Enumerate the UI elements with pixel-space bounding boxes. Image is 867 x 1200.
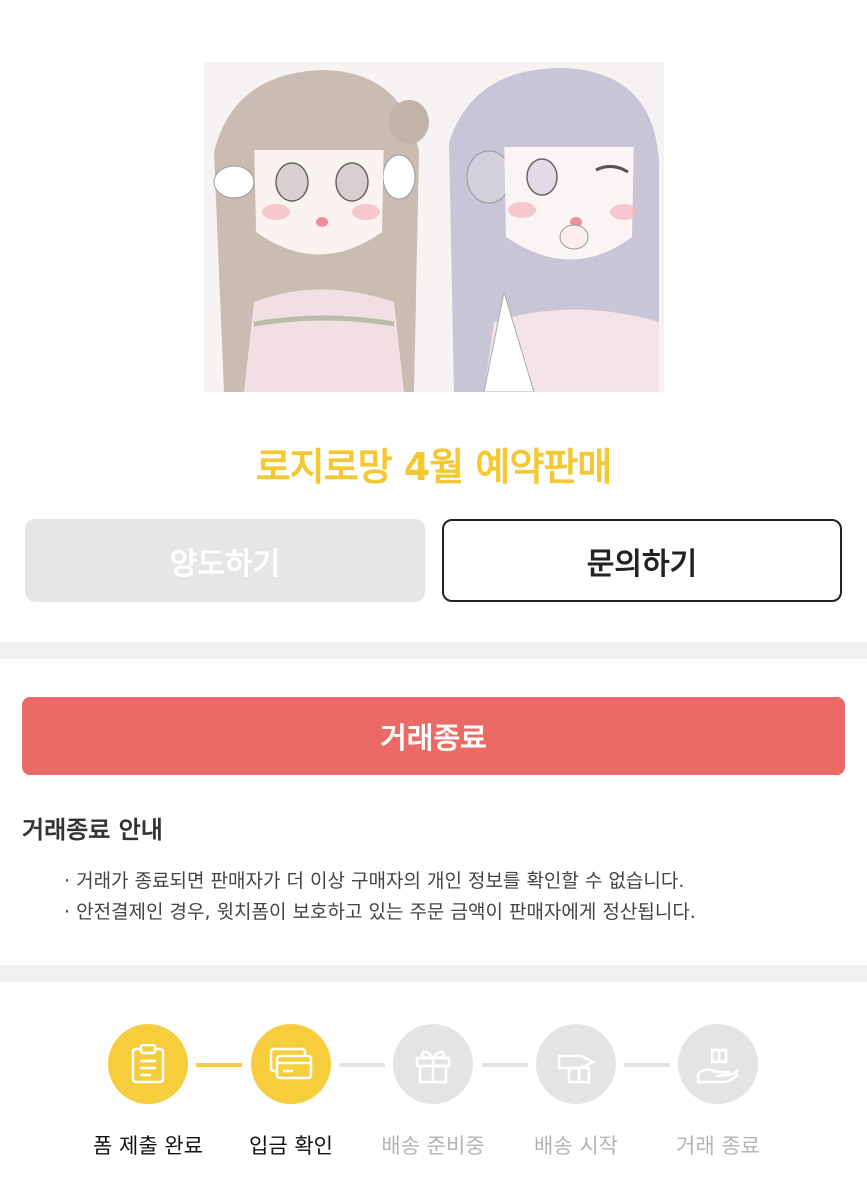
step-label: 배송 시작	[534, 1134, 618, 1158]
step-label: 배송 준비중	[381, 1134, 485, 1158]
rocket-box-icon	[536, 1024, 616, 1104]
inquiry-button[interactable]: 문의하기	[442, 519, 842, 602]
guide-item: 거래가 종료되면 판매자가 더 이상 구매자의 개인 정보를 확인할 수 없습니…	[64, 866, 696, 897]
step-connector	[624, 1063, 670, 1067]
section-divider	[0, 965, 867, 982]
end-trade-button[interactable]: 거래종료	[22, 697, 845, 775]
step-label: 폼 제출 완료	[93, 1134, 203, 1158]
credit-card-icon	[251, 1024, 331, 1104]
section-divider	[0, 642, 867, 659]
clipboard-icon	[108, 1024, 188, 1104]
step-label: 거래 종료	[676, 1134, 760, 1158]
step-label: 입금 확인	[249, 1134, 333, 1158]
step-connector	[196, 1063, 242, 1067]
step-connector	[339, 1063, 385, 1067]
guide-title: 거래종료 안내	[22, 816, 163, 844]
guide-list: 거래가 종료되면 판매자가 더 이상 구매자의 개인 정보를 확인할 수 없습니…	[64, 866, 696, 928]
step-connector	[482, 1063, 528, 1067]
product-title: 로지로망 4월 예약판매	[255, 445, 613, 489]
product-image	[204, 62, 664, 392]
yangdo-button[interactable]: 양도하기	[25, 519, 425, 602]
gift-box-icon	[393, 1024, 473, 1104]
progress-steps: 폼 제출 완료 입금 확인 배송 준비중 배송 시작 거래 종료	[0, 1020, 867, 1190]
guide-item: 안전결제인 경우, 윗치폼이 보호하고 있는 주문 금액이 판매자에게 정산됩니…	[64, 897, 696, 928]
hand-gift-icon	[678, 1024, 758, 1104]
